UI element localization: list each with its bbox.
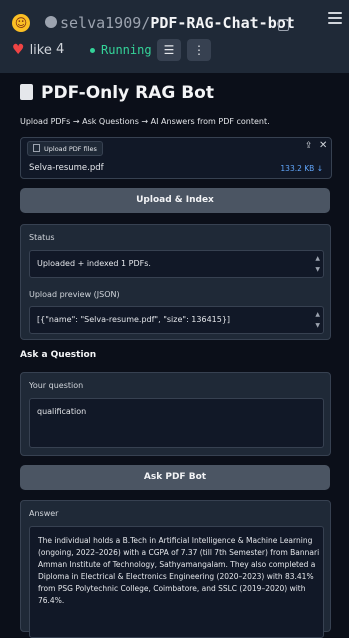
repo-name-link[interactable]: PDF-RAG-Chat-bot <box>150 14 295 32</box>
question-panel: Your question qualification <box>20 372 331 456</box>
user-avatar[interactable] <box>45 16 57 28</box>
logs-button[interactable]: ☰ <box>157 39 181 61</box>
page-title: PDF-Only RAG Bot <box>20 83 214 103</box>
upload-preview-label: Upload preview (JSON) <box>29 290 120 299</box>
repo-title: selva1909/PDF-RAG-Chat-bot <box>60 14 295 32</box>
question-input[interactable]: qualification <box>29 398 324 448</box>
hamburger-menu-icon[interactable] <box>328 12 342 24</box>
document-icon <box>20 84 33 100</box>
page-title-text: PDF-Only RAG Bot <box>41 83 214 103</box>
space-header: ☺ selva1909/PDF-RAG-Chat-bot ♥ like 4 Ru… <box>0 0 349 73</box>
upload-preview-field[interactable]: [{"name": "Selva-resume.pdf", "size": 13… <box>29 306 324 334</box>
copy-icon[interactable] <box>278 19 289 31</box>
upload-arrow-icon[interactable]: ⇪ <box>305 141 313 151</box>
status-value: Uploaded + indexed 1 PDFs. <box>37 259 151 268</box>
status-label: Status <box>29 233 55 242</box>
answer-text: The individual holds a B.Tech in Artific… <box>38 536 320 605</box>
status-panel: Status Uploaded + indexed 1 PDFs. ▲ ▼ Upl… <box>20 224 331 340</box>
status-dot-icon <box>90 48 95 53</box>
more-vertical-icon: ⋮ <box>193 43 205 57</box>
status-field[interactable]: Uploaded + indexed 1 PDFs. ▲ ▼ <box>29 250 324 278</box>
page-subtitle: Upload PDFs → Ask Questions → AI Answers… <box>20 117 270 126</box>
like-button[interactable]: ♥ like <box>12 40 52 60</box>
running-status-text: Running <box>101 43 152 57</box>
preview-scroll-arrows-icon[interactable]: ▲ ▼ <box>315 309 320 331</box>
upload-label-text: Upload PDF files <box>44 145 97 153</box>
uploaded-file-name: Selva-resume.pdf <box>29 163 104 173</box>
hugging-face-logo-icon[interactable]: ☺ <box>12 14 30 32</box>
more-options-button[interactable]: ⋮ <box>187 39 211 61</box>
upload-label: Upload PDF files <box>27 141 103 156</box>
heart-icon: ♥ <box>12 42 25 58</box>
ask-pdf-bot-button[interactable]: Ask PDF Bot <box>20 465 330 490</box>
question-label: Your question <box>29 381 84 390</box>
answer-panel: Answer The individual holds a B.Tech in … <box>20 500 331 638</box>
upload-index-button[interactable]: Upload & Index <box>20 188 330 213</box>
ask-question-heading: Ask a Question <box>20 350 97 360</box>
repo-owner-link[interactable]: selva1909 <box>60 14 141 32</box>
like-count: 4 <box>56 42 65 57</box>
upload-preview-value: [{"name": "Selva-resume.pdf", "size": 13… <box>37 315 231 324</box>
file-size-download-link[interactable]: 133.2 KB ↓ <box>280 164 323 173</box>
close-icon[interactable]: ✕ <box>319 140 327 151</box>
status-scroll-arrows-icon[interactable]: ▲ ▼ <box>315 253 320 275</box>
file-icon <box>33 144 40 152</box>
question-input-value: qualification <box>37 407 87 416</box>
repo-separator: / <box>141 14 151 32</box>
list-icon: ☰ <box>163 43 175 57</box>
pdf-upload-dropzone[interactable]: Upload PDF files ⇪ ✕ Selva-resume.pdf 13… <box>20 137 332 179</box>
answer-label: Answer <box>29 509 59 518</box>
running-status-badge: Running <box>90 43 152 57</box>
answer-field[interactable]: The individual holds a B.Tech in Artific… <box>29 526 324 638</box>
like-label: like <box>29 42 52 58</box>
